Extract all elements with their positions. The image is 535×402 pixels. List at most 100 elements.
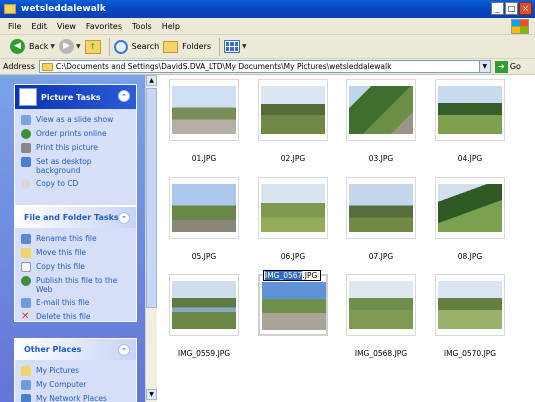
network-icon [21,394,31,402]
thumbnail-frame [346,177,416,239]
task-delete[interactable]: ✕ Delete this file [21,312,130,322]
search-button[interactable]: Search [113,37,159,57]
file-tile-03[interactable]: 03.JPG [346,79,416,163]
place-my-pictures[interactable]: My Pictures [21,366,130,376]
up-folder-button[interactable]: ↑ [84,37,101,57]
go-button[interactable]: ➔ Go [494,60,521,73]
thumbnail-frame [435,79,505,141]
thumbnail-view: 01.JPG 02.JPG 03.JPG 04.JPG 05.JPG 06.JP… [157,75,535,402]
file-name: 04.JPG [457,154,483,163]
minimize-button[interactable]: _ [491,2,504,15]
chevron-down-icon: ▼ [76,43,81,50]
file-tile-06[interactable]: 06.JPG [258,177,328,261]
menu-edit[interactable]: Edit [31,22,47,31]
task-print[interactable]: Print this picture [21,143,130,153]
task-slideshow[interactable]: View as a slide show [21,115,130,125]
place-my-computer[interactable]: My Computer [21,380,130,390]
address-input[interactable]: C:\Documents and Settings\DavidS.DVA_LTD… [38,60,491,73]
landscape-photo [438,281,502,329]
file-name: 01.JPG [191,154,217,163]
my-pictures-icon [21,366,31,376]
collapse-chevron-icon[interactable]: ⌃ [118,344,130,356]
collapse-chevron-icon[interactable]: ⌃ [118,212,130,224]
picture-tasks-header[interactable]: Picture Tasks ⌃ [15,85,136,109]
task-publish[interactable]: Publish this file to the Web [21,276,130,294]
rename-extension: .JPG [302,271,318,280]
back-label: Back [29,42,49,51]
file-tile-img-0567[interactable] [258,274,328,344]
file-name: 02.JPG [280,154,306,163]
file-name: 06.JPG [280,252,306,261]
task-email[interactable]: E-mail this file [21,298,130,308]
windows-logo-icon [511,19,529,34]
chevron-down-icon: ▼ [242,43,247,50]
landscape-photo [261,184,325,232]
file-name: IMG_0570.JPG [443,349,497,358]
move-icon [21,248,31,258]
menu-file[interactable]: File [8,22,21,31]
task-copy-cd[interactable]: Copy to CD [21,179,130,189]
views-icon [224,40,241,53]
globe-icon [21,276,31,286]
scroll-up-button[interactable]: ▲ [146,75,157,86]
thumbnail-frame [346,274,416,336]
landscape-photo [349,281,413,329]
landscape-photo [172,184,236,232]
rename-input[interactable]: IMG_0567.JPG [263,270,321,281]
maximize-button[interactable]: □ [505,2,518,15]
close-button[interactable]: × [519,2,532,15]
file-tile-07[interactable]: 07.JPG [346,177,416,261]
thumbnail-frame [258,177,328,239]
task-copy[interactable]: Copy this file [21,262,130,272]
chevron-down-icon: ▼ [50,43,56,50]
menu-tools[interactable]: Tools [132,22,152,31]
task-move[interactable]: Move this file [21,248,130,258]
task-rename[interactable]: Rename this file [21,234,130,244]
email-icon [21,298,31,308]
file-name: 03.JPG [368,154,394,163]
file-tile-01[interactable]: 01.JPG [169,79,239,163]
toolbar: ◀ Back ▼ ▶ ▼ ↑ Search Folders ▼ [0,35,535,59]
task-pane: Picture Tasks ⌃ View as a slide show Ord… [0,75,145,402]
back-button[interactable]: ◀ Back ▼ [10,37,55,57]
forward-button[interactable]: ▶ ▼ [59,37,81,57]
thumbnail-frame [169,177,239,239]
place-my-network[interactable]: My Network Places [21,394,130,402]
file-tile-img-0568[interactable]: IMG_0568.JPG [346,274,416,358]
folders-icon [163,40,179,53]
file-tile-img-0559[interactable]: IMG_0559.JPG [169,274,239,358]
window-title: wetsleddalewalk [21,4,106,14]
folders-button[interactable]: Folders [163,37,211,57]
picture-tasks-title: Picture Tasks [41,92,101,102]
scroll-down-button[interactable]: ▼ [146,389,157,400]
task-set-desktop[interactable]: Set as desktop background [21,157,130,175]
landscape-photo [262,282,326,330]
menu-view[interactable]: View [57,22,76,31]
file-folder-tasks-header[interactable]: File and Folder Tasks ⌃ [15,207,136,228]
address-dropdown-button[interactable]: ▼ [478,61,490,72]
scroll-thumb[interactable] [146,88,157,308]
task-order-prints[interactable]: Order prints online [21,129,130,139]
file-tile-04[interactable]: 04.JPG [435,79,505,163]
file-tile-08[interactable]: 08.JPG [435,177,505,261]
title-bar[interactable]: wetsleddalewalk _ □ × [0,0,535,18]
file-folder-tasks-panel: File and Folder Tasks ⌃ Rename this file… [14,206,137,322]
task-pane-scrollbar[interactable]: ▲ ▼ [145,75,157,402]
file-tile-05[interactable]: 05.JPG [169,177,239,261]
picture-tasks-panel: Picture Tasks ⌃ View as a slide show Ord… [14,84,137,206]
copy-icon [21,262,31,272]
collapse-chevron-icon[interactable]: ⌃ [118,90,130,102]
landscape-photo [261,86,325,134]
views-button[interactable]: ▼ [224,37,247,57]
other-places-header[interactable]: Other Places ⌃ [15,339,136,360]
up-folder-icon: ↑ [84,39,101,54]
file-tile-img-0570[interactable]: IMG_0570.JPG [435,274,505,358]
search-icon [113,39,128,54]
file-tile-02[interactable]: 02.JPG [258,79,328,163]
menu-favorites[interactable]: Favorites [86,22,122,31]
menu-help[interactable]: Help [162,22,180,31]
toolbar-separator [219,37,221,56]
file-name: 07.JPG [368,252,394,261]
forward-arrow-icon: ▶ [59,39,75,54]
thumbnail-frame-selected [258,274,328,336]
